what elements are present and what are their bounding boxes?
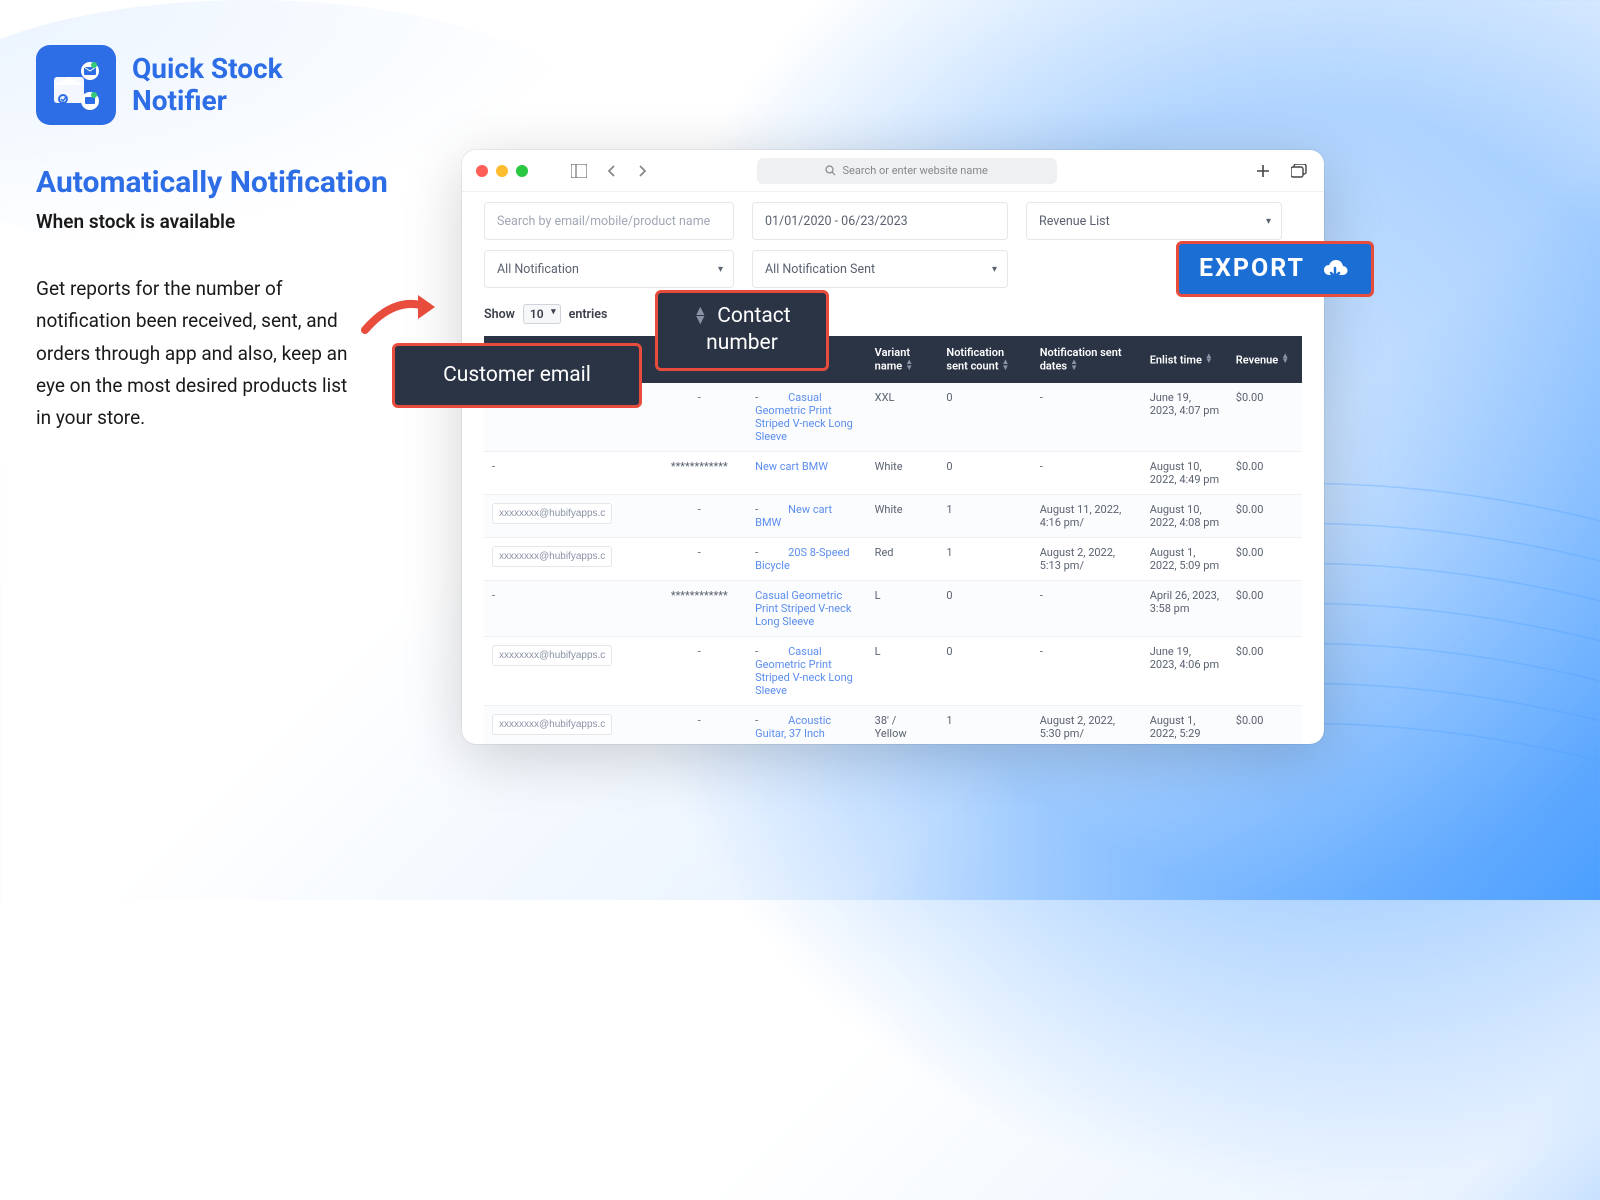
- table-row: --20S 8-Speed BicycleRed1August 2, 2022,…: [484, 537, 1302, 580]
- cell-email: [484, 636, 651, 705]
- cell-enlist: August 10, 2022, 4:08 pm: [1142, 494, 1228, 537]
- email-field[interactable]: [492, 503, 612, 524]
- cell-revenue: $0.00: [1228, 636, 1302, 705]
- cloud-download-icon: [1319, 253, 1351, 285]
- forward-icon[interactable]: [632, 160, 654, 182]
- cell-dates: -: [1032, 383, 1142, 452]
- callout-contact-number: ▲▼Contact number: [655, 290, 829, 371]
- search-input[interactable]: Search by email/mobile/product name: [484, 202, 734, 240]
- app-logo-icon: [36, 45, 116, 125]
- cell-variant: 38' / Yellow: [867, 705, 939, 744]
- cell-email: [484, 705, 651, 744]
- entries-selector: Show 10 entries: [484, 304, 1302, 324]
- cell-count: 1: [938, 537, 1031, 580]
- cell-variant: White: [867, 451, 939, 494]
- cell-enlist: August 1, 2022, 5:09 pm: [1142, 537, 1228, 580]
- cell-phone: -: [651, 494, 747, 537]
- cell-count: 1: [938, 494, 1031, 537]
- col-sent-dates[interactable]: Notification sent dates▲▼: [1032, 336, 1142, 383]
- cell-variant: Red: [867, 537, 939, 580]
- table-row: -************New cart BMWWhite0-August 1…: [484, 451, 1302, 494]
- new-tab-icon[interactable]: [1252, 160, 1274, 182]
- cell-revenue: $0.00: [1228, 537, 1302, 580]
- table-row: --New cart BMWWhite1August 11, 2022, 4:1…: [484, 494, 1302, 537]
- tabs-overview-icon[interactable]: [1288, 160, 1310, 182]
- cell-product[interactable]: -Casual Geometric Print Striped V-neck L…: [747, 636, 867, 705]
- cell-count: 0: [938, 636, 1031, 705]
- email-field[interactable]: [492, 546, 612, 567]
- cell-revenue: $0.00: [1228, 451, 1302, 494]
- traffic-lights: [476, 165, 528, 177]
- cell-variant: L: [867, 580, 939, 636]
- sidebar-toggle-icon[interactable]: [568, 160, 590, 182]
- cell-enlist: April 26, 2023, 3:58 pm: [1142, 580, 1228, 636]
- notification-filter-select[interactable]: All Notification: [484, 250, 734, 288]
- col-enlist[interactable]: Enlist time▲▼: [1142, 336, 1228, 383]
- search-icon: [825, 165, 836, 176]
- cell-product[interactable]: -Acoustic Guitar, 37 Inch: [747, 705, 867, 744]
- cell-dates: August 11, 2022, 4:16 pm/: [1032, 494, 1142, 537]
- cell-enlist: June 19, 2023, 4:07 pm: [1142, 383, 1228, 452]
- cell-phone: -: [651, 636, 747, 705]
- cell-revenue: $0.00: [1228, 705, 1302, 744]
- revenue-filter-select[interactable]: Revenue List: [1026, 202, 1282, 240]
- cell-dates: August 2, 2022, 5:13 pm/: [1032, 537, 1142, 580]
- sent-filter-select[interactable]: All Notification Sent: [752, 250, 1008, 288]
- cell-product[interactable]: -Casual Geometric Print Striped V-neck L…: [747, 383, 867, 452]
- body-copy: Get reports for the number of notificati…: [36, 273, 366, 434]
- cell-product[interactable]: Casual Geometric Print Striped V-neck Lo…: [747, 580, 867, 636]
- subheadline: When stock is available: [36, 210, 416, 233]
- table-row: --Acoustic Guitar, 37 Inch38' / Yellow1A…: [484, 705, 1302, 744]
- close-icon[interactable]: [476, 165, 488, 177]
- cell-phone: -: [651, 537, 747, 580]
- table-row: -************Casual Geometric Print Stri…: [484, 580, 1302, 636]
- cell-phone: ************: [651, 451, 747, 494]
- date-range-input[interactable]: 01/01/2020 - 06/23/2023: [752, 202, 1008, 240]
- url-bar[interactable]: Search or enter website name: [757, 158, 1057, 184]
- cell-enlist: August 10, 2022, 4:49 pm: [1142, 451, 1228, 494]
- col-variant[interactable]: Variant name▲▼: [867, 336, 939, 383]
- browser-window: Search or enter website name Search by e…: [462, 150, 1324, 744]
- cell-variant: L: [867, 636, 939, 705]
- maximize-icon[interactable]: [516, 165, 528, 177]
- cell-email: -: [484, 580, 651, 636]
- cell-phone: ************: [651, 580, 747, 636]
- app-name: Quick Stock Notifier: [132, 53, 283, 117]
- cell-count: 0: [938, 580, 1031, 636]
- callout-customer-email: Customer email: [392, 343, 642, 408]
- entries-count-select[interactable]: 10: [523, 304, 561, 324]
- cell-revenue: $0.00: [1228, 383, 1302, 452]
- cell-email: [484, 537, 651, 580]
- cell-variant: White: [867, 494, 939, 537]
- export-button[interactable]: EXPORT: [1176, 241, 1374, 297]
- cell-dates: August 2, 2022, 5:30 pm/: [1032, 705, 1142, 744]
- cell-product[interactable]: -20S 8-Speed Bicycle: [747, 537, 867, 580]
- cell-product[interactable]: New cart BMW: [747, 451, 867, 494]
- cell-enlist: August 1, 2022, 5:29: [1142, 705, 1228, 744]
- cell-dates: -: [1032, 636, 1142, 705]
- cell-count: 0: [938, 451, 1031, 494]
- cell-variant: XXL: [867, 383, 939, 452]
- back-icon[interactable]: [600, 160, 622, 182]
- col-sent-count[interactable]: Notification sent count▲▼: [938, 336, 1031, 383]
- cell-enlist: June 19, 2023, 4:06 pm: [1142, 636, 1228, 705]
- cell-count: 0: [938, 383, 1031, 452]
- cell-product[interactable]: -New cart BMW: [747, 494, 867, 537]
- email-field[interactable]: [492, 645, 612, 666]
- cell-email: -: [484, 451, 651, 494]
- cell-revenue: $0.00: [1228, 580, 1302, 636]
- arrow-icon: [360, 285, 450, 345]
- cell-dates: -: [1032, 451, 1142, 494]
- email-field[interactable]: [492, 714, 612, 735]
- minimize-icon[interactable]: [496, 165, 508, 177]
- cell-count: 1: [938, 705, 1031, 744]
- cell-phone: -: [651, 705, 747, 744]
- cell-revenue: $0.00: [1228, 494, 1302, 537]
- cell-dates: -: [1032, 580, 1142, 636]
- cell-phone: -: [651, 383, 747, 452]
- table-row: --Casual Geometric Print Striped V-neck …: [484, 636, 1302, 705]
- col-revenue[interactable]: Revenue▲▼: [1228, 336, 1302, 383]
- cell-email: [484, 494, 651, 537]
- headline: Automatically Notification: [36, 165, 416, 200]
